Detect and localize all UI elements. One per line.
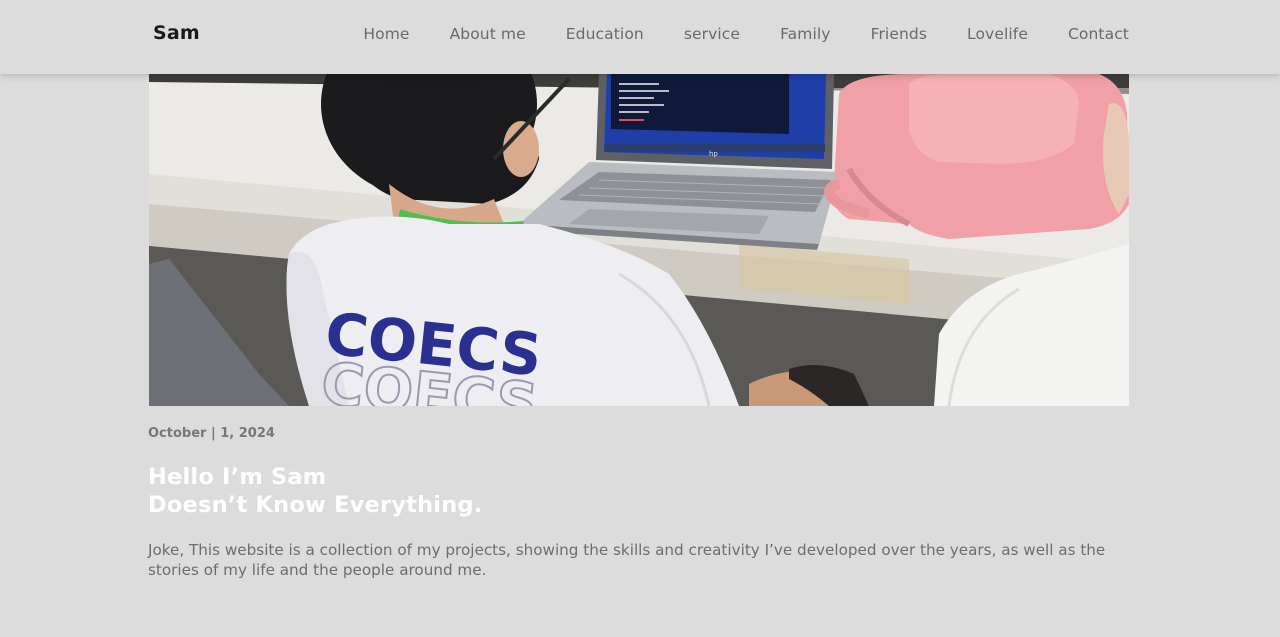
nav-link-lovelife[interactable]: Lovelife <box>967 25 1028 43</box>
brand-logo[interactable]: Sam <box>153 22 200 44</box>
nav-link-home[interactable]: Home <box>363 25 409 43</box>
nav-link-contact[interactable]: Contact <box>1068 25 1129 43</box>
post-date: October | 1, 2024 <box>148 426 275 441</box>
hero-image: hp COECS COECS <box>149 74 1129 406</box>
headline-line-2: Doesn’t Know Everything. <box>148 492 483 518</box>
nav-link-education[interactable]: Education <box>566 25 644 43</box>
nav-link-service[interactable]: service <box>684 25 740 43</box>
nav-link-friends[interactable]: Friends <box>871 25 927 43</box>
nav-menu: Home About me Education service Family F… <box>363 24 1129 43</box>
post-headline: Hello I’m Sam Doesn’t Know Everything. <box>148 463 483 519</box>
nav-link-family[interactable]: Family <box>780 25 830 43</box>
intro-paragraph: Joke, This website is a collection of my… <box>148 541 1106 579</box>
navbar: Sam Home About me Education service Fami… <box>0 0 1280 74</box>
laptop-logo-text: hp <box>709 150 718 158</box>
nav-link-about-me[interactable]: About me <box>450 25 526 43</box>
headline-line-1: Hello I’m Sam <box>148 464 327 490</box>
hero-photo-illustration: hp COECS COECS <box>149 74 1129 406</box>
